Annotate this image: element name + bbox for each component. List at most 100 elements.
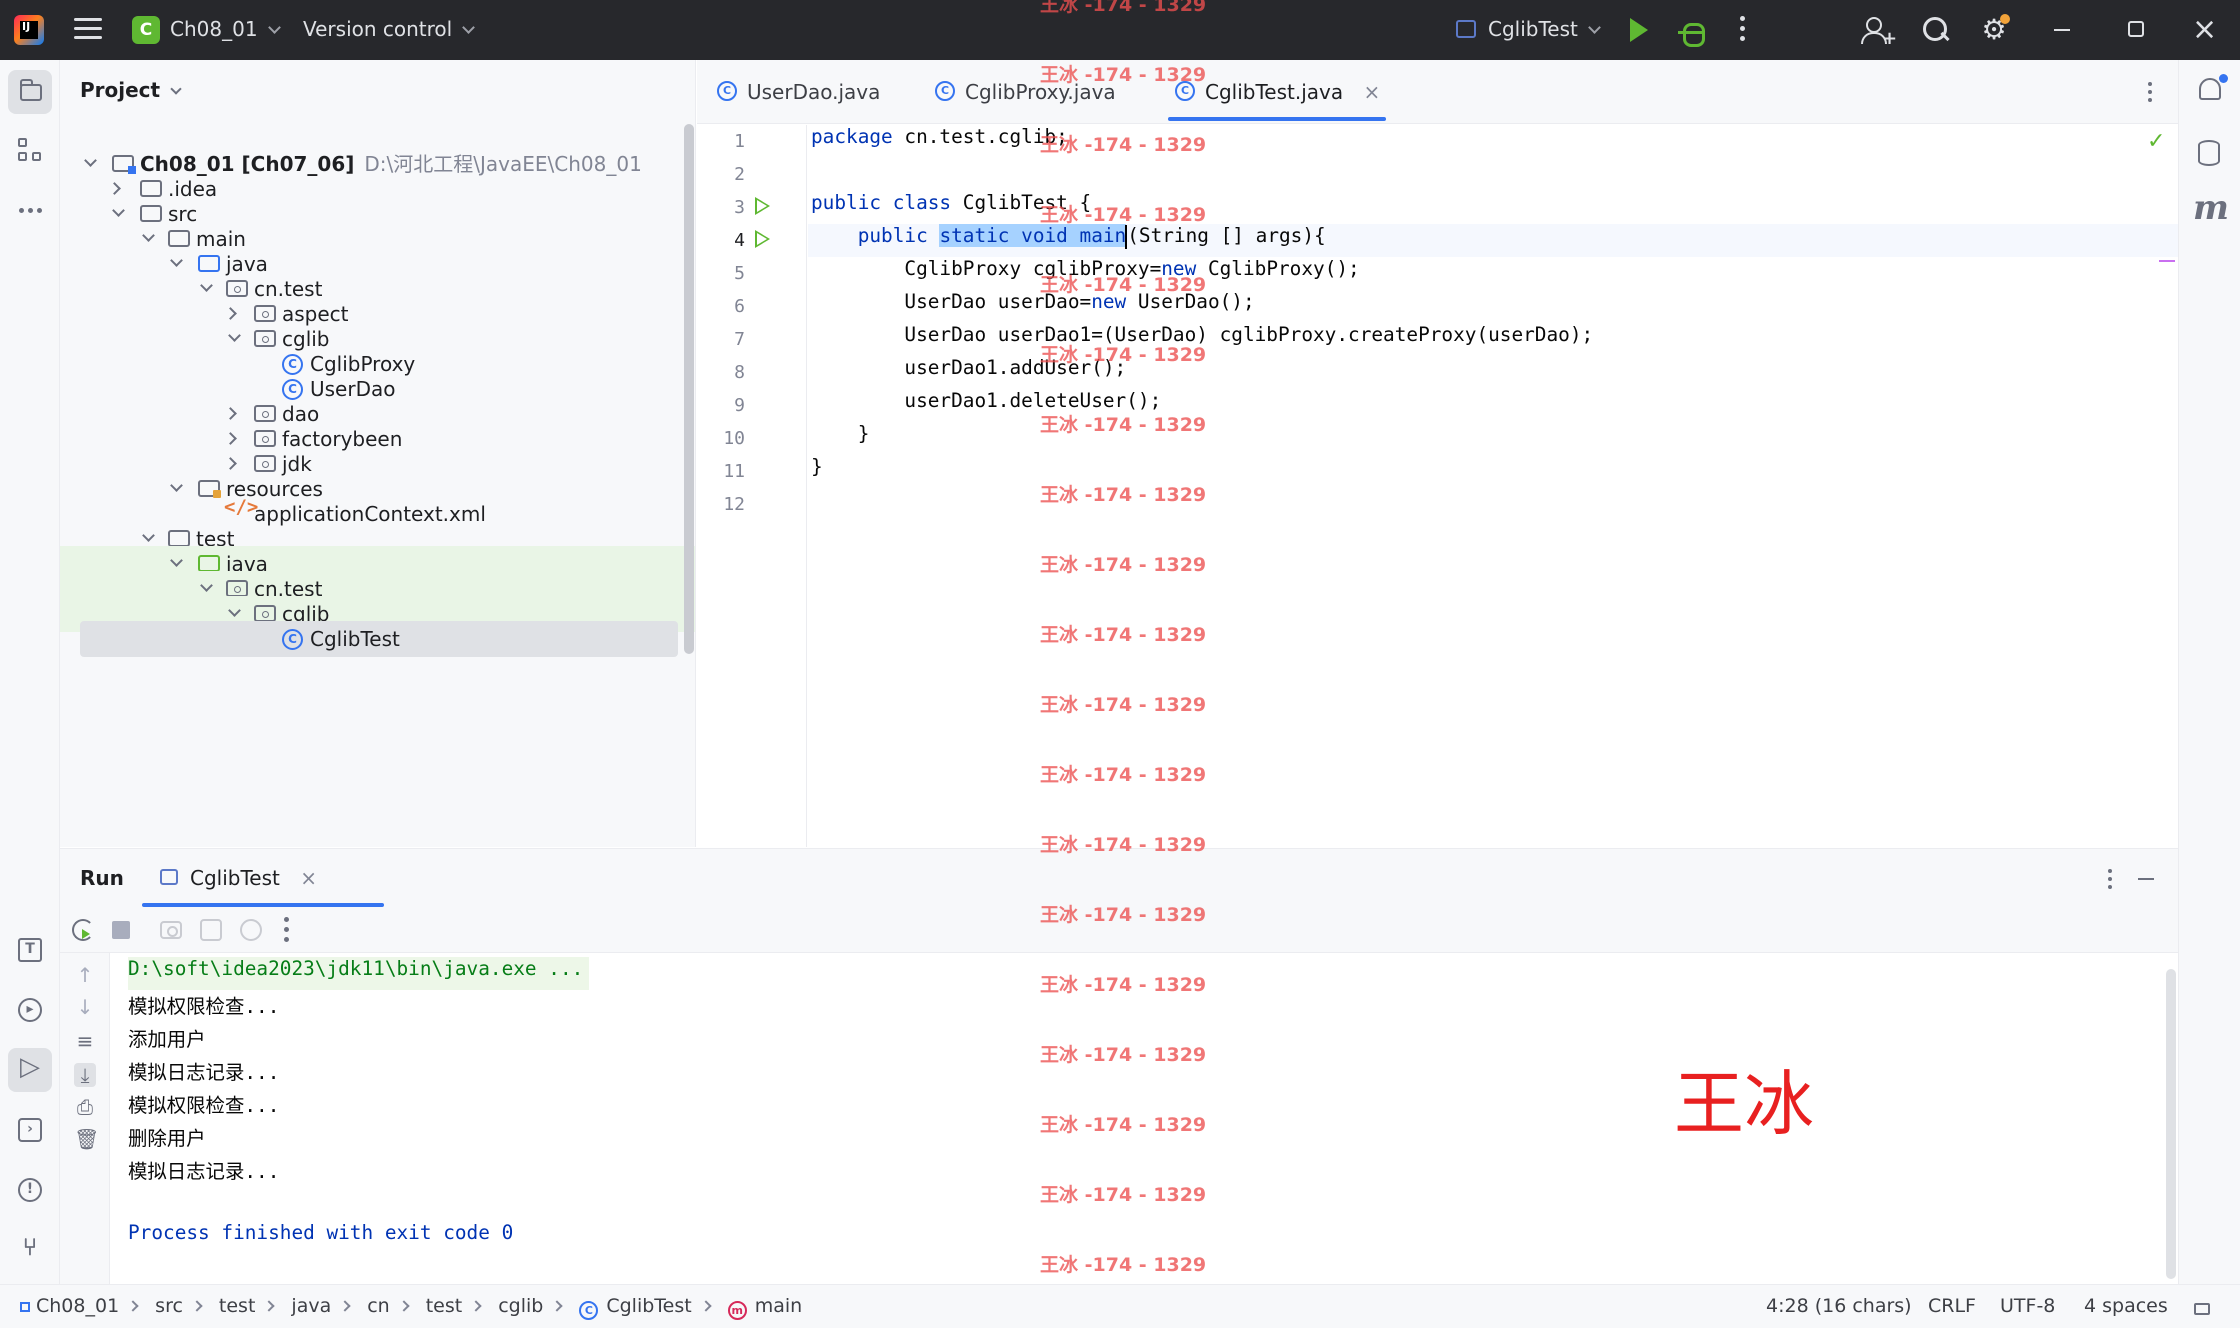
run-more-icon[interactable]: [284, 917, 290, 947]
project-scrollbar[interactable]: [684, 124, 694, 654]
camera-icon[interactable]: [160, 921, 182, 939]
project-tool-button[interactable]: [8, 70, 52, 114]
hide-panel-icon[interactable]: [2138, 878, 2154, 880]
restore-layout-icon[interactable]: [200, 919, 222, 941]
rerun-icon[interactable]: [72, 919, 94, 941]
project-selector[interactable]: Ch08_01: [170, 17, 281, 41]
run-tab-cglibtest[interactable]: CglibTest ×: [160, 849, 317, 907]
code-editor[interactable]: 1 2 3 4 5 6 7 8 9 10 11 12 package cn.te…: [697, 125, 2178, 847]
line-number: 5: [734, 263, 745, 284]
project-panel: Project Ch08_01 [Ch07_06] D:\河北工程\JavaEE\…: [60, 60, 696, 847]
run-tab-close-icon[interactable]: ×: [300, 866, 317, 890]
run-icon[interactable]: [1630, 18, 1648, 42]
tab-cglibtest[interactable]: C CglibTest.java ×: [1175, 60, 1380, 124]
console-exit-line: Process finished with exit code 0: [128, 1221, 514, 1244]
tab-userdao[interactable]: C UserDao.java: [717, 60, 880, 124]
run-toolbar: [60, 907, 2178, 953]
project-panel-title[interactable]: Project: [80, 78, 182, 102]
breadcrumb-item[interactable]: main: [755, 1295, 802, 1317]
editor-tab-bar: C UserDao.java C CglibProxy.java C Cglib…: [697, 60, 2178, 124]
stop-icon[interactable]: [112, 921, 130, 939]
more-tools-button[interactable]: [8, 178, 52, 222]
chevron-down-icon[interactable]: [170, 554, 183, 567]
close-window-icon[interactable]: ×: [2192, 12, 2217, 48]
chevron-right-icon[interactable]: [108, 182, 121, 195]
notifications-bell-icon[interactable]: [2199, 78, 2221, 100]
chevron-down-icon[interactable]: [142, 529, 155, 542]
breadcrumb-item[interactable]: cn: [367, 1295, 390, 1317]
chevron-right-icon[interactable]: [224, 457, 237, 470]
chevron-right-icon[interactable]: [224, 307, 237, 320]
structure-tool-button[interactable]: [8, 128, 52, 172]
caret-position[interactable]: 4:28 (16 chars): [1766, 1295, 1912, 1317]
git-branch-icon: ⑂: [22, 1233, 38, 1261]
breadcrumb-item[interactable]: java: [291, 1295, 331, 1317]
keyword: package: [811, 125, 893, 148]
soft-wrap-icon[interactable]: ≡: [74, 1029, 96, 1053]
breadcrumb-item[interactable]: src: [155, 1295, 183, 1317]
chevron-down-icon[interactable]: [142, 229, 155, 242]
code-line-8: userDao1.addUser();: [811, 356, 1126, 389]
editor-gutter[interactable]: 1 2 3 4 5 6 7 8 9 10 11 12: [697, 125, 807, 847]
terminal-tool-button[interactable]: ›: [8, 1108, 52, 1152]
run-main-gutter-icon[interactable]: [755, 230, 770, 248]
indent-setting[interactable]: 4 spaces: [2084, 1295, 2168, 1317]
run-panel-title: Run: [80, 866, 124, 890]
chevron-right-icon: [263, 1300, 276, 1312]
tree-item-cglibtest[interactable]: C CglibTest: [60, 621, 695, 657]
tab-close-icon[interactable]: ×: [1363, 80, 1380, 104]
debug-icon[interactable]: [1678, 17, 1705, 47]
chevron-down-icon: [462, 21, 476, 34]
chevron-down-icon[interactable]: [84, 154, 97, 167]
tab-cglibproxy[interactable]: C CglibProxy.java: [935, 60, 1116, 124]
breadcrumb-item[interactable]: test: [426, 1295, 463, 1317]
folder-icon: [140, 180, 162, 197]
run-panel-options-icon[interactable]: [2108, 869, 2112, 893]
print-icon[interactable]: ⎙: [74, 1095, 96, 1119]
trash-icon[interactable]: 🗑: [74, 1127, 99, 1151]
breadcrumb-item[interactable]: Ch08_01: [36, 1295, 119, 1317]
project-badge-icon[interactable]: C: [132, 16, 160, 44]
error-stripe-marker[interactable]: [2159, 260, 2175, 262]
arrow-down-icon[interactable]: ↓: [74, 995, 96, 1019]
problems-tool-button[interactable]: !: [8, 1168, 52, 1212]
line-separator[interactable]: CRLF: [1928, 1295, 1976, 1317]
main-menu-icon[interactable]: [74, 18, 102, 42]
chevron-down-icon[interactable]: [228, 329, 241, 342]
breadcrumb-item[interactable]: CglibTest: [606, 1295, 691, 1317]
search-icon[interactable]: [1920, 14, 1952, 46]
chevron-down-icon[interactable]: [200, 279, 213, 292]
chevron-right-icon[interactable]: [224, 432, 237, 445]
run-config-selector[interactable]: CglibTest: [1488, 17, 1601, 41]
breadcrumb-item[interactable]: test: [219, 1295, 256, 1317]
chevron-down-icon[interactable]: [112, 204, 125, 217]
services-tool-button[interactable]: ▸: [8, 988, 52, 1032]
add-user-icon[interactable]: +: [1860, 14, 1897, 49]
build-tool-button[interactable]: T: [8, 928, 52, 972]
minimize-icon[interactable]: [2054, 29, 2070, 31]
vcs-selector[interactable]: Version control: [303, 17, 476, 41]
breadcrumb-item[interactable]: cglib: [498, 1295, 543, 1317]
intellij-logo-icon[interactable]: IJ: [14, 15, 44, 45]
chevron-down-icon[interactable]: [170, 479, 183, 492]
maven-icon[interactable]: m: [2193, 188, 2229, 228]
code-line-7: UserDao userDao1=(UserDao) cglibProxy.cr…: [811, 323, 1593, 356]
lock-icon[interactable]: [2194, 1303, 2210, 1315]
chevron-down-icon[interactable]: [170, 254, 183, 267]
no-problems-check-icon[interactable]: ✓: [2147, 129, 2165, 154]
chevron-right-icon[interactable]: [224, 407, 237, 420]
scroll-to-end-icon[interactable]: ⤓: [74, 1063, 96, 1087]
run-tool-button[interactable]: ▷: [8, 1048, 52, 1092]
tab-options-icon[interactable]: [2148, 82, 2152, 106]
maximize-icon[interactable]: [2128, 21, 2144, 37]
console-scrollbar[interactable]: [2166, 969, 2176, 1279]
run-class-gutter-icon[interactable]: [755, 197, 770, 215]
file-encoding[interactable]: UTF-8: [2000, 1295, 2055, 1317]
chevron-down-icon[interactable]: [200, 579, 213, 592]
arrow-up-icon[interactable]: ↑: [74, 963, 96, 987]
git-tool-button[interactable]: ⑂: [8, 1228, 52, 1272]
chevron-down-icon[interactable]: [228, 604, 241, 617]
more-actions-icon[interactable]: [1740, 16, 1746, 46]
coverage-icon[interactable]: [240, 919, 262, 941]
database-icon[interactable]: [2198, 140, 2220, 166]
